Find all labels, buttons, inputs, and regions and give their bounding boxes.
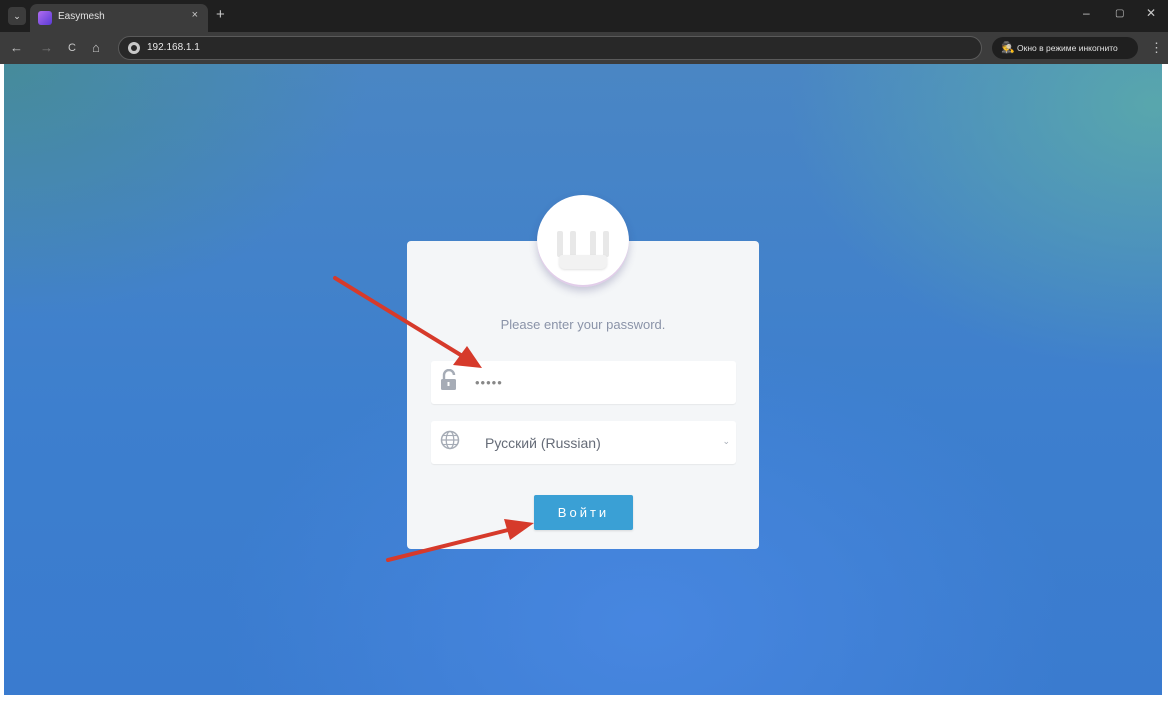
- site-info-icon[interactable]: [128, 42, 140, 54]
- home-button[interactable]: ⌂: [92, 40, 100, 56]
- tab-title: Easymesh: [58, 11, 105, 22]
- unlock-icon: [441, 369, 456, 390]
- language-value: Русский (Russian): [485, 435, 601, 451]
- back-button[interactable]: ←: [10, 40, 23, 56]
- browser-toolbar: ← → C ⌂ 192.168.1.1 🕵 Окно в режиме инко…: [0, 32, 1168, 64]
- router-icon: [559, 255, 607, 269]
- browser-tab[interactable]: Easymesh ×: [30, 4, 208, 32]
- reload-button[interactable]: C: [68, 40, 76, 56]
- tab-search-button[interactable]: ⌄: [8, 7, 26, 25]
- address-bar[interactable]: 192.168.1.1: [118, 36, 982, 60]
- close-window-button[interactable]: ✕: [1146, 6, 1156, 20]
- incognito-icon: 🕵: [1001, 42, 1015, 54]
- globe-icon: [440, 430, 460, 450]
- logo-text: ЦИЮ: [552, 201, 614, 226]
- tab-close-button[interactable]: ×: [192, 9, 198, 21]
- incognito-label: Окно в режиме инкогнито: [1017, 43, 1118, 53]
- page-viewport: ЦИЮ Please enter your password. ••••• Ру…: [4, 64, 1162, 695]
- browser-tab-bar: ⌄ Easymesh × + – ▢ ✕: [0, 0, 1168, 32]
- antenna-icon: [557, 231, 563, 257]
- minimize-button[interactable]: –: [1083, 6, 1090, 20]
- forward-button[interactable]: →: [40, 40, 53, 56]
- new-tab-button[interactable]: +: [216, 6, 225, 23]
- browser-menu-button[interactable]: ⋮: [1150, 40, 1163, 56]
- login-card: ЦИЮ Please enter your password. ••••• Ру…: [407, 195, 759, 549]
- password-prompt: Please enter your password.: [500, 317, 666, 332]
- favicon-icon: [38, 11, 52, 25]
- url-text: 192.168.1.1: [147, 42, 200, 53]
- password-input[interactable]: [475, 371, 725, 393]
- password-field[interactable]: [431, 361, 736, 404]
- antenna-icon: [603, 231, 609, 257]
- router-logo: ЦИЮ: [537, 195, 629, 287]
- antenna-icon: [590, 231, 596, 257]
- language-select[interactable]: Русский (Russian) ⌄: [431, 421, 736, 464]
- restore-button[interactable]: ▢: [1115, 8, 1124, 19]
- antenna-icon: [570, 231, 576, 257]
- login-button[interactable]: Войти: [534, 495, 633, 530]
- chevron-down-icon: ⌄: [722, 436, 730, 446]
- incognito-indicator[interactable]: 🕵 Окно в режиме инкогнито: [992, 37, 1138, 59]
